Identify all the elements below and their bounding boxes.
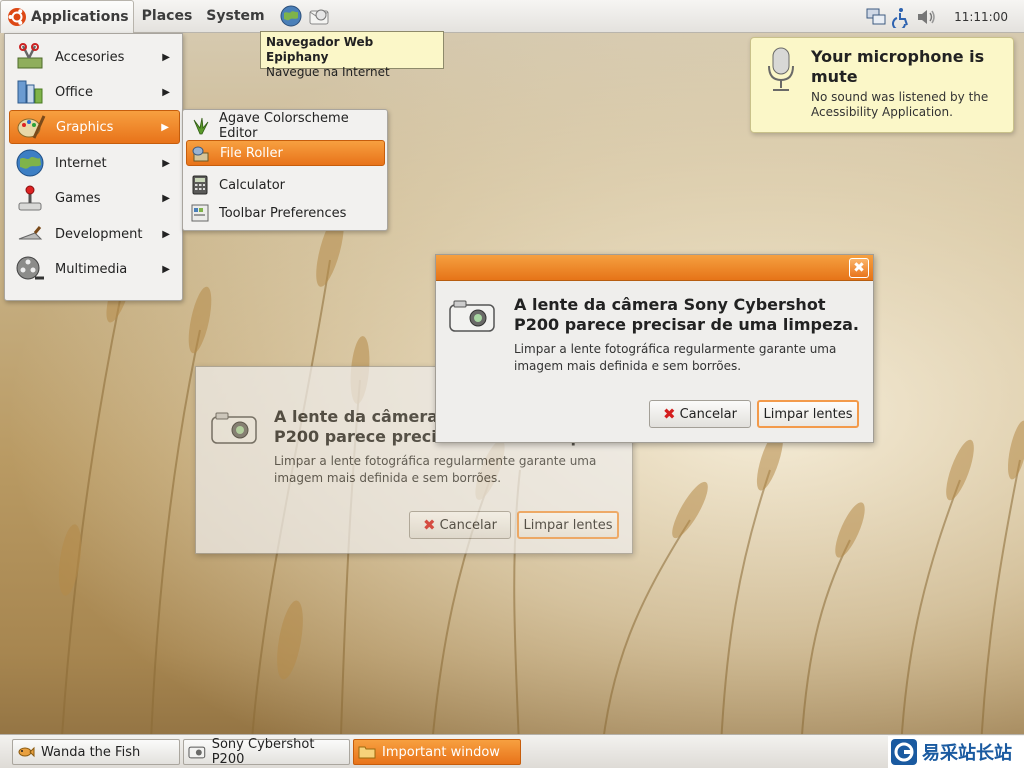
- menu-item-development[interactable]: Development ▶: [9, 217, 180, 251]
- mail-launcher-icon[interactable]: [307, 4, 331, 28]
- menu-item-games[interactable]: Games ▶: [9, 181, 180, 215]
- places-menu[interactable]: Places: [138, 0, 197, 33]
- task-important-window[interactable]: Important window: [353, 739, 521, 765]
- menu-item-office[interactable]: Office ▶: [9, 75, 180, 109]
- agave-icon: [193, 117, 209, 135]
- submenu-item-calculator[interactable]: Calculator: [186, 172, 385, 198]
- dialog-titlebar[interactable]: ✖: [436, 255, 873, 281]
- menu-item-internet[interactable]: Internet ▶: [9, 146, 180, 180]
- mute-notification[interactable]: Your microphone is mute No sound was lis…: [750, 37, 1014, 133]
- close-button[interactable]: ✖: [849, 258, 869, 278]
- applications-label: Applications: [31, 8, 129, 25]
- graphics-submenu: Agave Colorscheme Editor File Roller Cal…: [182, 109, 388, 231]
- cancel-label: Cancelar: [439, 517, 497, 533]
- system-tray: 11:11:00: [865, 0, 1024, 33]
- site-watermark: 易采站长站: [888, 736, 1024, 768]
- submenu-item-agave[interactable]: Agave Colorscheme Editor: [186, 111, 385, 141]
- dialog-title: A lente da câmera Sony Cybershot P200 pa…: [514, 295, 859, 334]
- menu-item-label: Development: [55, 226, 143, 242]
- watermark-logo-icon: [891, 739, 917, 765]
- menu-item-multimedia[interactable]: Multimedia ▶: [9, 252, 180, 286]
- submenu-item-label: Calculator: [219, 177, 286, 193]
- menu-item-label: Graphics: [56, 119, 114, 135]
- volume-icon[interactable]: [915, 6, 937, 28]
- tooltip-title: Navegador Web Epiphany: [266, 35, 374, 64]
- task-label: Wanda the Fish: [41, 744, 141, 760]
- clean-lens-button[interactable]: Limpar lentes: [757, 400, 859, 428]
- task-wanda-the-fish[interactable]: Wanda the Fish: [12, 739, 180, 765]
- submenu-arrow-icon: ▶: [162, 86, 170, 98]
- applications-dropdown: Accesories ▶ Office ▶ Graphics ▶ Interne…: [4, 33, 183, 301]
- submenu-arrow-icon: ▶: [162, 228, 170, 240]
- camera-icon: [188, 746, 206, 759]
- ubuntu-logo-icon: [8, 7, 26, 26]
- applications-menu[interactable]: Applications: [0, 0, 134, 33]
- menu-item-label: Office: [55, 84, 93, 100]
- launcher-tooltip: Navegador Web Epiphany Navegue na Intern…: [260, 31, 444, 79]
- clean-lens-label: Limpar lentes: [763, 406, 853, 422]
- graphics-icon: [17, 115, 46, 139]
- joystick-icon: [18, 185, 42, 211]
- bottom-panel: Wanda the Fish Sony Cybershot P200 Impor…: [0, 734, 1024, 768]
- cancel-icon: ✖: [423, 516, 436, 534]
- file-roller-icon: [192, 146, 209, 162]
- submenu-item-label: File Roller: [220, 145, 283, 161]
- web-browser-launcher-icon[interactable]: [279, 4, 303, 28]
- accessibility-icon[interactable]: [890, 6, 912, 28]
- cancel-icon: ✖: [663, 405, 676, 423]
- microphone-icon: [768, 47, 794, 91]
- tooltip-subtitle: Navegue na Internet: [266, 65, 390, 79]
- camera-icon: [449, 300, 495, 332]
- trowel-icon: [18, 226, 43, 240]
- submenu-arrow-icon: ▶: [162, 192, 170, 204]
- cancel-button[interactable]: ✖ Cancelar: [649, 400, 751, 428]
- camera-icon: [211, 412, 257, 444]
- submenu-arrow-icon: ▶: [162, 51, 170, 63]
- film-reel-icon: [16, 256, 44, 280]
- toolbar-prefs-icon: [191, 204, 209, 222]
- camera-dialog[interactable]: ✖ A lente da câmera Sony Cybershot P200 …: [435, 254, 874, 443]
- folder-icon: [358, 746, 376, 759]
- menu-item-label: Games: [55, 190, 101, 206]
- submenu-item-toolbar-preferences[interactable]: Toolbar Preferences: [186, 200, 385, 226]
- submenu-item-label: Agave Colorscheme Editor: [219, 111, 349, 141]
- watermark-text: 易采站长站: [922, 743, 1012, 764]
- clean-lens-button[interactable]: Limpar lentes: [517, 511, 619, 539]
- submenu-arrow-icon: ▶: [162, 263, 170, 275]
- dialog-body: Limpar a lente fotográfica regularmente …: [514, 342, 837, 373]
- notification-body: No sound was listened by the Acessibilit…: [811, 90, 989, 119]
- clock[interactable]: 11:11:00: [954, 10, 1008, 24]
- globe-icon: [16, 149, 44, 177]
- top-panel: Applications Places System 11:11:00: [0, 0, 1024, 33]
- menu-item-graphics[interactable]: Graphics ▶: [9, 110, 180, 144]
- menu-item-label: Multimedia: [55, 261, 128, 277]
- dialog-body: Limpar a lente fotográfica regularmente …: [274, 454, 597, 485]
- task-sony-cybershot[interactable]: Sony Cybershot P200: [183, 737, 350, 767]
- network-icon[interactable]: [865, 6, 887, 28]
- submenu-item-label: Toolbar Preferences: [219, 205, 347, 221]
- submenu-arrow-icon: ▶: [162, 157, 170, 169]
- system-menu[interactable]: System: [202, 0, 268, 33]
- submenu-arrow-icon: ▶: [161, 121, 169, 133]
- submenu-item-file-roller[interactable]: File Roller: [186, 140, 385, 166]
- menu-item-accessories[interactable]: Accesories ▶: [9, 40, 180, 74]
- cancel-button[interactable]: ✖ Cancelar: [409, 511, 511, 539]
- office-icon: [17, 80, 43, 104]
- task-label: Sony Cybershot P200: [211, 737, 315, 767]
- menu-item-label: Accesories: [55, 49, 125, 65]
- task-label: Important window: [382, 744, 500, 760]
- accessories-icon: [17, 43, 43, 69]
- clean-lens-label: Limpar lentes: [523, 517, 613, 533]
- cancel-label: Cancelar: [679, 406, 737, 422]
- menu-item-label: Internet: [55, 155, 107, 171]
- notification-title: Your microphone is mute: [811, 47, 985, 86]
- fish-icon: [18, 746, 35, 758]
- calculator-icon: [192, 175, 208, 195]
